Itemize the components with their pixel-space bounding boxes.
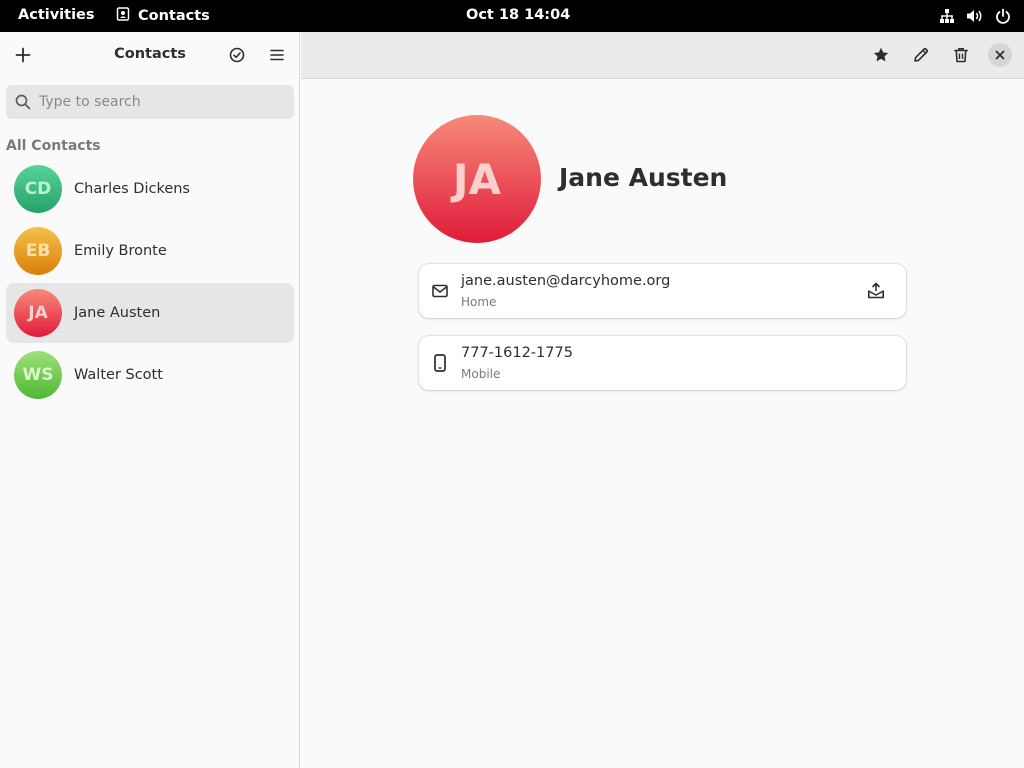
contact-full-name: Jane Austen xyxy=(559,163,728,192)
sidebar: Contacts All Contacts CD Charles Dickens… xyxy=(0,32,300,768)
system-tray[interactable] xyxy=(938,7,1012,25)
envelope-icon xyxy=(431,282,449,300)
search-input[interactable] xyxy=(39,94,279,110)
contact-row-charles-dickens[interactable]: CD Charles Dickens xyxy=(6,159,294,219)
select-mode-button[interactable] xyxy=(221,39,253,71)
contact-name: Walter Scott xyxy=(74,367,163,383)
power-icon[interactable] xyxy=(994,7,1012,25)
check-circle-icon xyxy=(229,47,245,63)
app-name: Contacts xyxy=(138,8,210,24)
pencil-icon xyxy=(914,47,929,62)
activities-button[interactable]: Activities xyxy=(18,7,95,23)
contact-detail-pane: JA Jane Austen jane.austen@darcyhome.org… xyxy=(301,79,1024,768)
phone-card: 777-1612-1775 Mobile xyxy=(419,336,906,390)
contact-list: CD Charles Dickens EB Emily Bronte JA Ja… xyxy=(6,159,294,407)
sidebar-title: Contacts xyxy=(114,46,186,62)
clock[interactable]: Oct 18 14:04 xyxy=(466,7,570,23)
section-label-all-contacts: All Contacts xyxy=(6,138,101,154)
phone-icon xyxy=(431,354,449,372)
content-header xyxy=(301,32,1024,79)
edit-button[interactable] xyxy=(905,39,937,71)
close-icon xyxy=(995,50,1005,60)
avatar: CD xyxy=(14,165,62,213)
contacts-app-icon xyxy=(116,7,130,25)
contact-name: Charles Dickens xyxy=(74,181,190,197)
contact-name: Emily Bronte xyxy=(74,243,167,259)
star-icon xyxy=(873,47,889,62)
mail-send-icon xyxy=(868,282,884,299)
email-type-label: Home xyxy=(461,295,497,309)
app-menu[interactable]: Contacts xyxy=(116,7,210,25)
main-menu-button[interactable] xyxy=(261,39,293,71)
contact-row-jane-austen[interactable]: JA Jane Austen xyxy=(6,283,294,343)
email-card: jane.austen@darcyhome.org Home xyxy=(419,264,906,318)
sidebar-header: Contacts xyxy=(0,32,299,78)
contact-avatar-large: JA xyxy=(413,115,541,243)
top-bar: Activities Contacts Oct 18 14:04 xyxy=(0,0,1024,32)
network-icon[interactable] xyxy=(938,7,956,25)
close-window-button[interactable] xyxy=(988,43,1012,67)
volume-icon[interactable] xyxy=(966,7,984,25)
hamburger-menu-icon xyxy=(270,49,284,61)
avatar: JA xyxy=(14,289,62,337)
email-value[interactable]: jane.austen@darcyhome.org xyxy=(461,273,670,289)
avatar: WS xyxy=(14,351,62,399)
favorite-button[interactable] xyxy=(865,39,897,71)
avatar: EB xyxy=(14,227,62,275)
phone-type-label: Mobile xyxy=(461,367,501,381)
search-icon xyxy=(15,93,33,111)
search-box[interactable] xyxy=(6,85,294,119)
send-email-button[interactable] xyxy=(864,279,888,303)
contact-name: Jane Austen xyxy=(74,305,161,321)
delete-button[interactable] xyxy=(945,39,977,71)
trash-icon xyxy=(954,48,968,63)
contact-row-walter-scott[interactable]: WS Walter Scott xyxy=(6,345,294,405)
phone-value[interactable]: 777-1612-1775 xyxy=(461,345,573,361)
contact-row-emily-bronte[interactable]: EB Emily Bronte xyxy=(6,221,294,281)
